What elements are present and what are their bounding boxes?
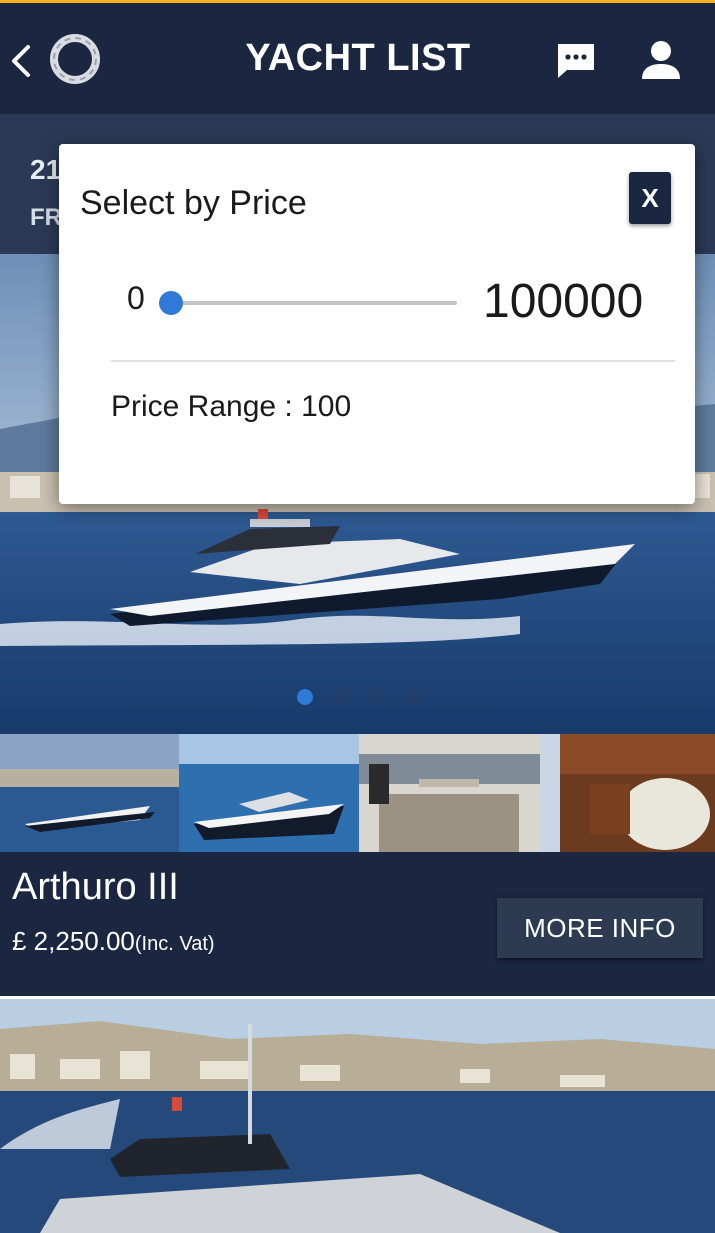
slider-max-label: 100000 bbox=[483, 275, 644, 328]
close-button[interactable]: X bbox=[629, 172, 671, 224]
dialog-divider bbox=[111, 360, 675, 362]
price-range-text: Price Range : 100 bbox=[111, 390, 352, 423]
price-slider-thumb[interactable] bbox=[159, 291, 183, 315]
dialog-title: Select by Price bbox=[80, 184, 307, 222]
price-filter-dialog: Select by Price X 0 100000 Price Range :… bbox=[59, 144, 695, 504]
price-slider-track[interactable] bbox=[171, 301, 457, 305]
slider-min-label: 0 bbox=[127, 280, 145, 316]
